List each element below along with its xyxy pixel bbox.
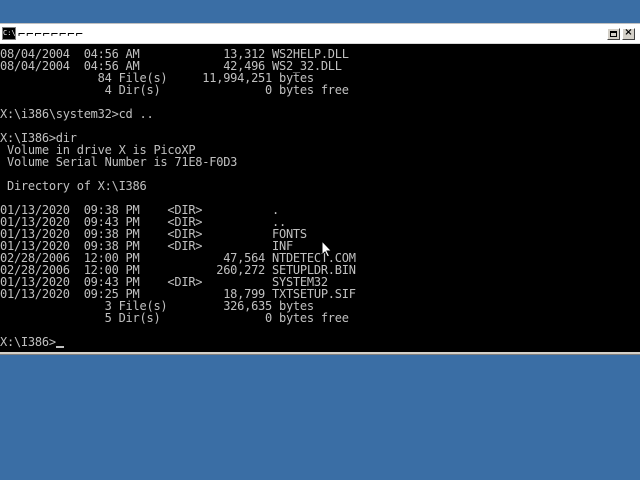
console-line: Directory of X:\I386 <box>0 179 147 193</box>
close-button[interactable]: × <box>622 27 635 40</box>
title-bar[interactable]: C:\ ⌐⌐⌐⌐⌐⌐⌐⌐ × <box>0 24 640 44</box>
mouse-pointer-icon <box>321 240 333 258</box>
desktop-background <box>0 0 640 23</box>
window-title: ⌐⌐⌐⌐⌐⌐⌐⌐ <box>18 27 84 41</box>
console-line: 5 Dir(s) 0 bytes free <box>0 311 349 325</box>
console-line: Volume Serial Number is 71E8-F0D3 <box>0 155 238 169</box>
close-icon: × <box>624 27 633 38</box>
text-cursor <box>56 346 64 348</box>
window-bottom-border <box>0 352 640 355</box>
console-output[interactable]: 08/04/2004 04:56 AM 13,312 WS2HELP.DLL 08… <box>0 45 640 353</box>
console-line: X:\i386\system32>cd .. <box>0 107 154 121</box>
console-icon[interactable]: C:\ <box>2 27 16 40</box>
restore-icon <box>610 31 617 37</box>
console-line: X:\I386> <box>0 335 56 349</box>
command-prompt-window[interactable]: C:\ ⌐⌐⌐⌐⌐⌐⌐⌐ × 08/04/2004 04:56 AM 13,31… <box>0 23 640 354</box>
console-line: 4 Dir(s) 0 bytes free <box>0 83 349 97</box>
restore-button[interactable] <box>607 28 620 40</box>
